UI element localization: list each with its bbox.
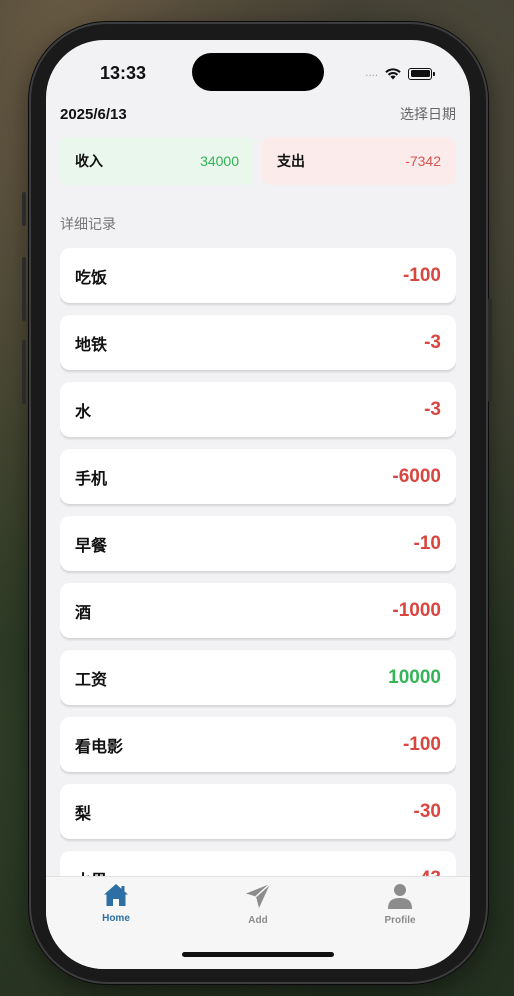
tab-profile-label: Profile <box>384 915 416 926</box>
record-amount: -10 <box>413 532 441 554</box>
status-icons: .... <box>365 67 435 80</box>
expense-card: 支出 -7342 <box>262 137 456 185</box>
signal-dots: .... <box>365 68 378 79</box>
list-item[interactable]: 工资 10000 <box>60 650 456 705</box>
dynamic-island <box>192 53 324 91</box>
tab-add-label: Add <box>248 915 268 926</box>
record-name: 酒 <box>75 602 92 622</box>
status-time: 13:33 <box>100 63 147 83</box>
tab-profile[interactable]: Profile <box>360 883 440 926</box>
app-screen: 13:33 .... 2025/6/13 选择日期 收入 34000 支出 -7… <box>46 40 470 969</box>
record-name: 地铁 <box>75 334 108 354</box>
record-name: 看电影 <box>75 736 124 756</box>
list-item[interactable]: 看电影 -100 <box>60 717 456 772</box>
income-value: 34000 <box>200 153 239 169</box>
tab-bar: Home Add Profile <box>46 876 470 969</box>
record-amount: -100 <box>402 264 441 286</box>
record-amount: -30 <box>413 800 441 822</box>
select-date-button[interactable]: 选择日期 <box>400 104 456 124</box>
income-card: 收入 34000 <box>60 137 254 185</box>
tab-home-label: Home <box>102 913 130 924</box>
mute-switch <box>22 192 26 226</box>
list-item[interactable]: 梨 -30 <box>60 784 456 839</box>
power-button <box>488 298 492 402</box>
wifi-icon <box>385 68 401 80</box>
record-amount: -3 <box>424 331 441 353</box>
summary-cards: 收入 34000 支出 -7342 <box>60 137 456 185</box>
record-name: 水 <box>75 401 92 421</box>
record-amount: -6000 <box>392 465 441 487</box>
list-item[interactable]: 酒 -1000 <box>60 583 456 638</box>
home-icon <box>104 884 128 906</box>
expense-value: -7342 <box>405 153 441 169</box>
send-icon <box>246 883 271 908</box>
list-item[interactable]: 手机 -6000 <box>60 449 456 504</box>
list-item[interactable]: 早餐 -10 <box>60 516 456 571</box>
record-name: 梨 <box>75 803 92 823</box>
record-amount: -1000 <box>392 599 441 621</box>
record-name: 工资 <box>75 669 108 689</box>
list-item[interactable]: 水果 -43 <box>60 851 456 877</box>
volume-down-button <box>22 340 26 404</box>
record-amount: -3 <box>424 398 441 420</box>
record-name: 吃饭 <box>75 267 108 287</box>
section-title: 详细记录 <box>60 217 116 233</box>
records-list[interactable]: 吃饭 -100 地铁 -3 水 -3 手机 -6000 早餐 -10 酒 -10… <box>60 248 456 877</box>
record-name: 手机 <box>75 468 108 488</box>
volume-up-button <box>22 257 26 321</box>
battery-icon <box>408 67 435 80</box>
home-indicator <box>182 952 334 957</box>
current-date: 2025/6/13 <box>60 105 127 123</box>
income-label: 收入 <box>75 154 103 170</box>
tab-add[interactable]: Add <box>218 883 298 926</box>
record-name: 早餐 <box>75 535 108 555</box>
tab-home[interactable]: Home <box>76 883 156 924</box>
person-icon <box>388 884 412 909</box>
record-amount: -100 <box>402 733 441 755</box>
list-item[interactable]: 吃饭 -100 <box>60 248 456 303</box>
record-amount: 10000 <box>388 666 441 688</box>
date-row: 2025/6/13 选择日期 <box>60 104 456 124</box>
list-item[interactable]: 水 -3 <box>60 382 456 437</box>
expense-label: 支出 <box>277 154 305 170</box>
list-item[interactable]: 地铁 -3 <box>60 315 456 370</box>
